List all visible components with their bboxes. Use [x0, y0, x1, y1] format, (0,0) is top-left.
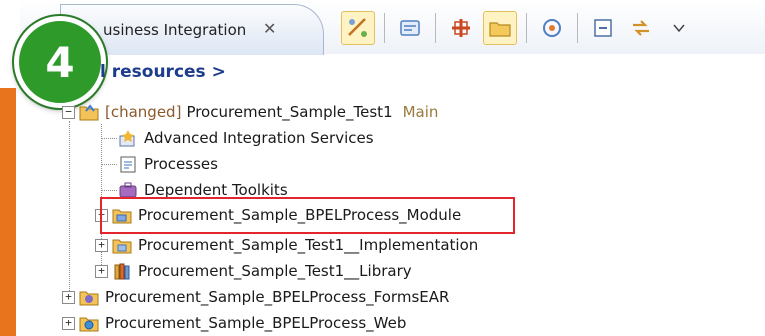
implementation-folder-icon	[112, 235, 132, 255]
tree-item-label: Procurement_Sample_Test1__Implementation	[138, 236, 479, 254]
view-header: usiness Integration ✕	[20, 0, 765, 55]
view-toolbar	[338, 8, 698, 48]
tree-item-label: Procurement_Sample_Test1	[186, 103, 393, 121]
tree-item-forms-ear[interactable]: + Procurement_Sample_BPELProcess_FormsEA…	[62, 284, 449, 310]
view-menu-icon[interactable]	[663, 12, 695, 44]
tree-item-label: Advanced Integration Services	[144, 129, 374, 147]
expand-toggle[interactable]: +	[62, 290, 75, 304]
expand-toggle[interactable]: +	[62, 316, 75, 330]
close-icon[interactable]: ✕	[263, 19, 276, 38]
tree-item-label: Procurement_Sample_BPELProcess_FormsEAR	[105, 288, 450, 306]
step-number-badge: 4	[14, 16, 106, 108]
collapse-all-icon[interactable]	[587, 12, 619, 44]
filter-icon[interactable]	[445, 12, 477, 44]
branch-tag: Main	[402, 103, 439, 121]
tree-item-process-app[interactable]: − [changed] Procurement_Sample_Test1 Mai…	[62, 99, 438, 125]
tree-item-web[interactable]: + Procurement_Sample_BPELProcess_Web	[62, 310, 406, 336]
tree-item-label: Processes	[144, 155, 218, 173]
tree-connector	[101, 138, 117, 139]
tree-item-label: Procurement_Sample_BPELProcess_Web	[105, 314, 407, 332]
tab-title: usiness Integration	[103, 21, 247, 39]
process-app-icon	[79, 102, 99, 122]
tree-item-implementation[interactable]: + Procurement_Sample_Test1__Implementati…	[95, 232, 478, 258]
tree-item-advanced-integration-services[interactable]: Advanced Integration Services	[118, 125, 374, 151]
tree-item-library[interactable]: + Procurement_Sample_Test1__Library	[95, 258, 412, 284]
tree-connector	[101, 190, 117, 191]
link-with-editor-icon[interactable]	[625, 12, 657, 44]
selection-highlight-box	[100, 197, 515, 234]
collapse-toggle[interactable]: −	[62, 105, 75, 119]
link-editor-icon[interactable]	[341, 11, 375, 45]
tree-item-processes[interactable]: Processes	[118, 151, 218, 177]
changed-marker: [changed]	[105, 103, 182, 121]
expand-toggle[interactable]: +	[95, 264, 108, 278]
side-accent-bar	[0, 88, 20, 336]
ear-project-icon	[79, 287, 99, 307]
folder-icon[interactable]	[483, 11, 517, 45]
library-icon	[112, 261, 132, 281]
tree-item-label: Procurement_Sample_Test1__Library	[138, 262, 412, 280]
show-all-icon[interactable]	[394, 12, 426, 44]
tree-connector	[69, 121, 70, 297]
tree-connector	[101, 164, 117, 165]
breadcrumb[interactable]: l resources >	[100, 62, 226, 82]
expand-toggle[interactable]: +	[95, 238, 108, 252]
integration-services-icon	[118, 128, 138, 148]
sync-icon[interactable]	[536, 12, 568, 44]
web-project-icon	[79, 313, 99, 333]
processes-icon	[118, 154, 138, 174]
